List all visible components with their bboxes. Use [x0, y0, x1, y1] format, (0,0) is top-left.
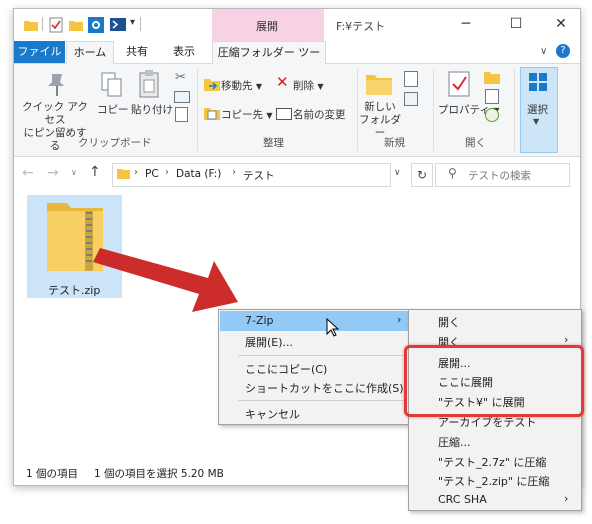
context-menu-copy-here[interactable]: ここにコピー(C) [245, 361, 327, 377]
submenu-compress-7z[interactable]: "テスト_2.7z" に圧縮 [438, 454, 546, 470]
context-menu-create-shortcut[interactable]: ショートカットをここに作成(S) [245, 380, 404, 396]
submenu-crc-sha[interactable]: CRC SHA [438, 493, 487, 506]
menu-separator [238, 355, 406, 356]
context-menu-extract[interactable]: 展開(E)... [245, 334, 293, 350]
mouse-cursor-icon [326, 318, 340, 337]
submenu-add-to-archive[interactable]: 圧縮... [438, 434, 471, 450]
context-menu-7zip[interactable]: 7-Zip [245, 314, 274, 327]
submenu-compress-zip[interactable]: "テスト_2.zip" に圧縮 [438, 473, 549, 489]
submenu-arrow-icon: › [564, 492, 569, 505]
annotation-arrow-shape [93, 248, 238, 312]
context-menu-cancel[interactable]: キャンセル [245, 406, 300, 422]
menu-separator [238, 400, 406, 401]
highlight-box [404, 345, 584, 417]
submenu-open[interactable]: 開く [438, 314, 460, 330]
submenu-arrow-icon: › [397, 313, 402, 326]
